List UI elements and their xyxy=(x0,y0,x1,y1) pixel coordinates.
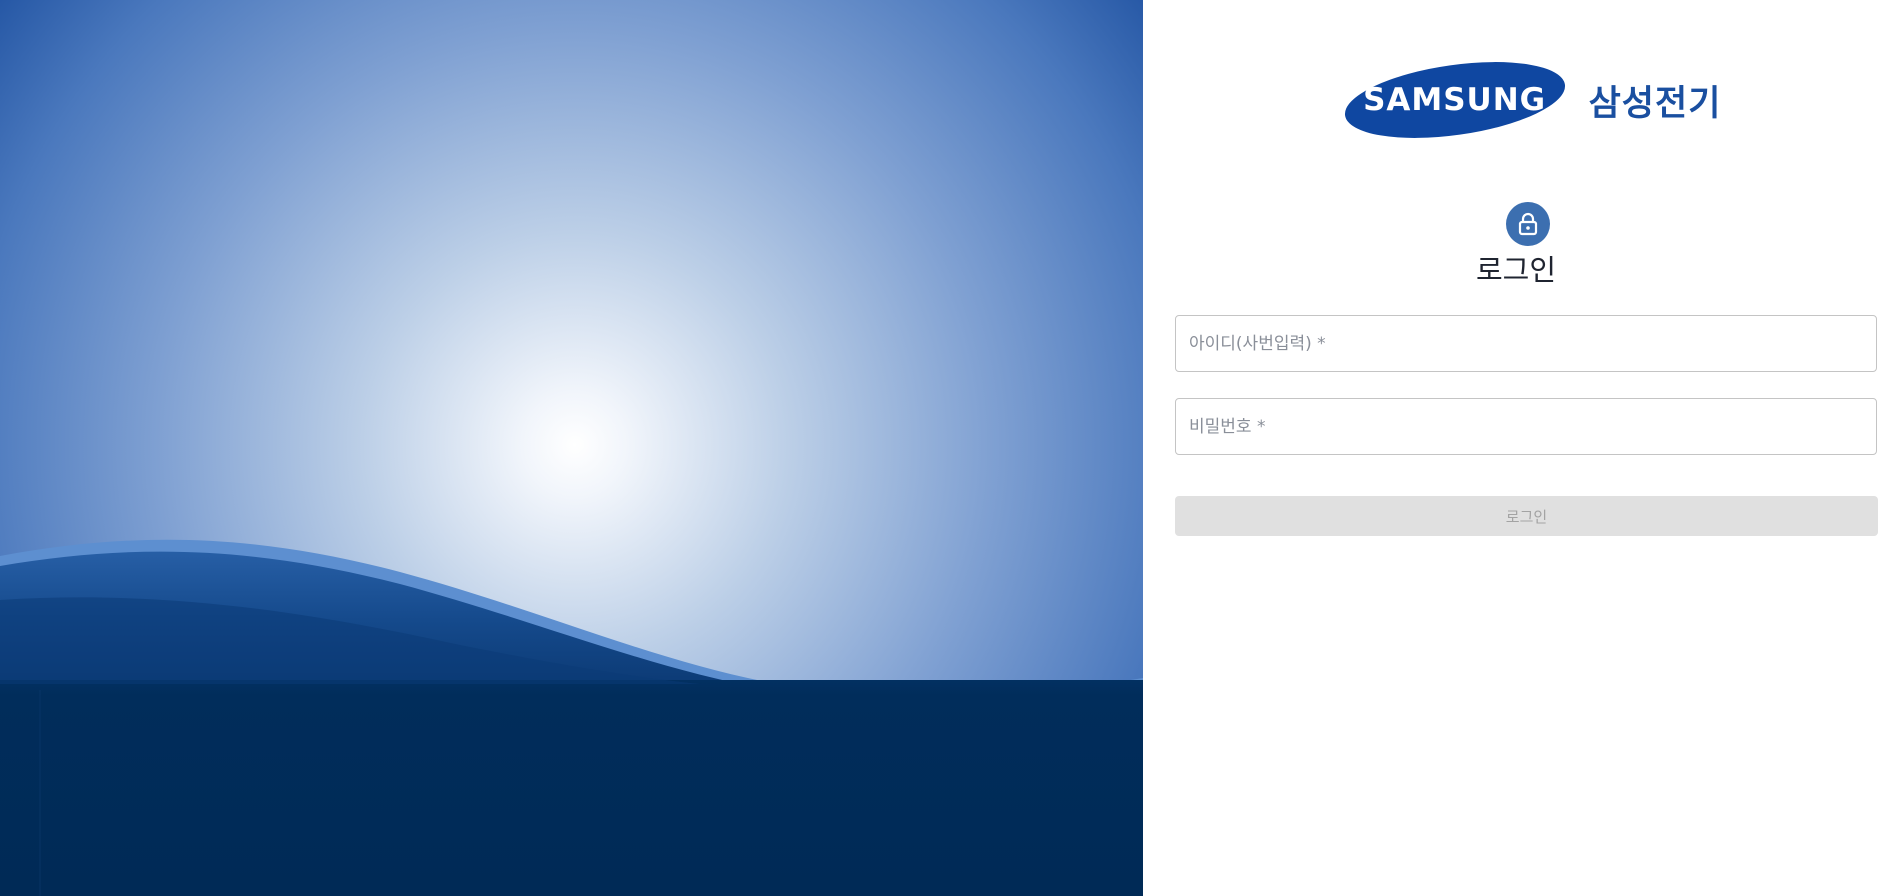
samsung-logo-text: SAMSUNG xyxy=(1363,82,1547,118)
password-input[interactable] xyxy=(1176,399,1876,454)
hero-background xyxy=(0,0,1143,896)
lock-icon xyxy=(1506,202,1550,246)
employee-id-input[interactable] xyxy=(1176,316,1876,371)
login-button[interactable]: 로그인 xyxy=(1175,496,1878,536)
login-page: SAMSUNG 삼성전기 로그인 로그인 xyxy=(0,0,1889,896)
employee-id-field[interactable] xyxy=(1175,315,1877,372)
login-panel: SAMSUNG 삼성전기 로그인 로그인 xyxy=(1143,0,1889,896)
lock-icon-glyph xyxy=(1518,212,1538,236)
hero-wave-image xyxy=(0,0,1143,896)
company-name: 삼성전기 xyxy=(1588,83,1722,124)
brand-header: SAMSUNG 삼성전기 xyxy=(1143,58,1889,142)
page-title: 로그인 xyxy=(1475,253,1557,287)
samsung-logo: SAMSUNG xyxy=(1343,62,1567,138)
password-field[interactable] xyxy=(1175,398,1877,455)
